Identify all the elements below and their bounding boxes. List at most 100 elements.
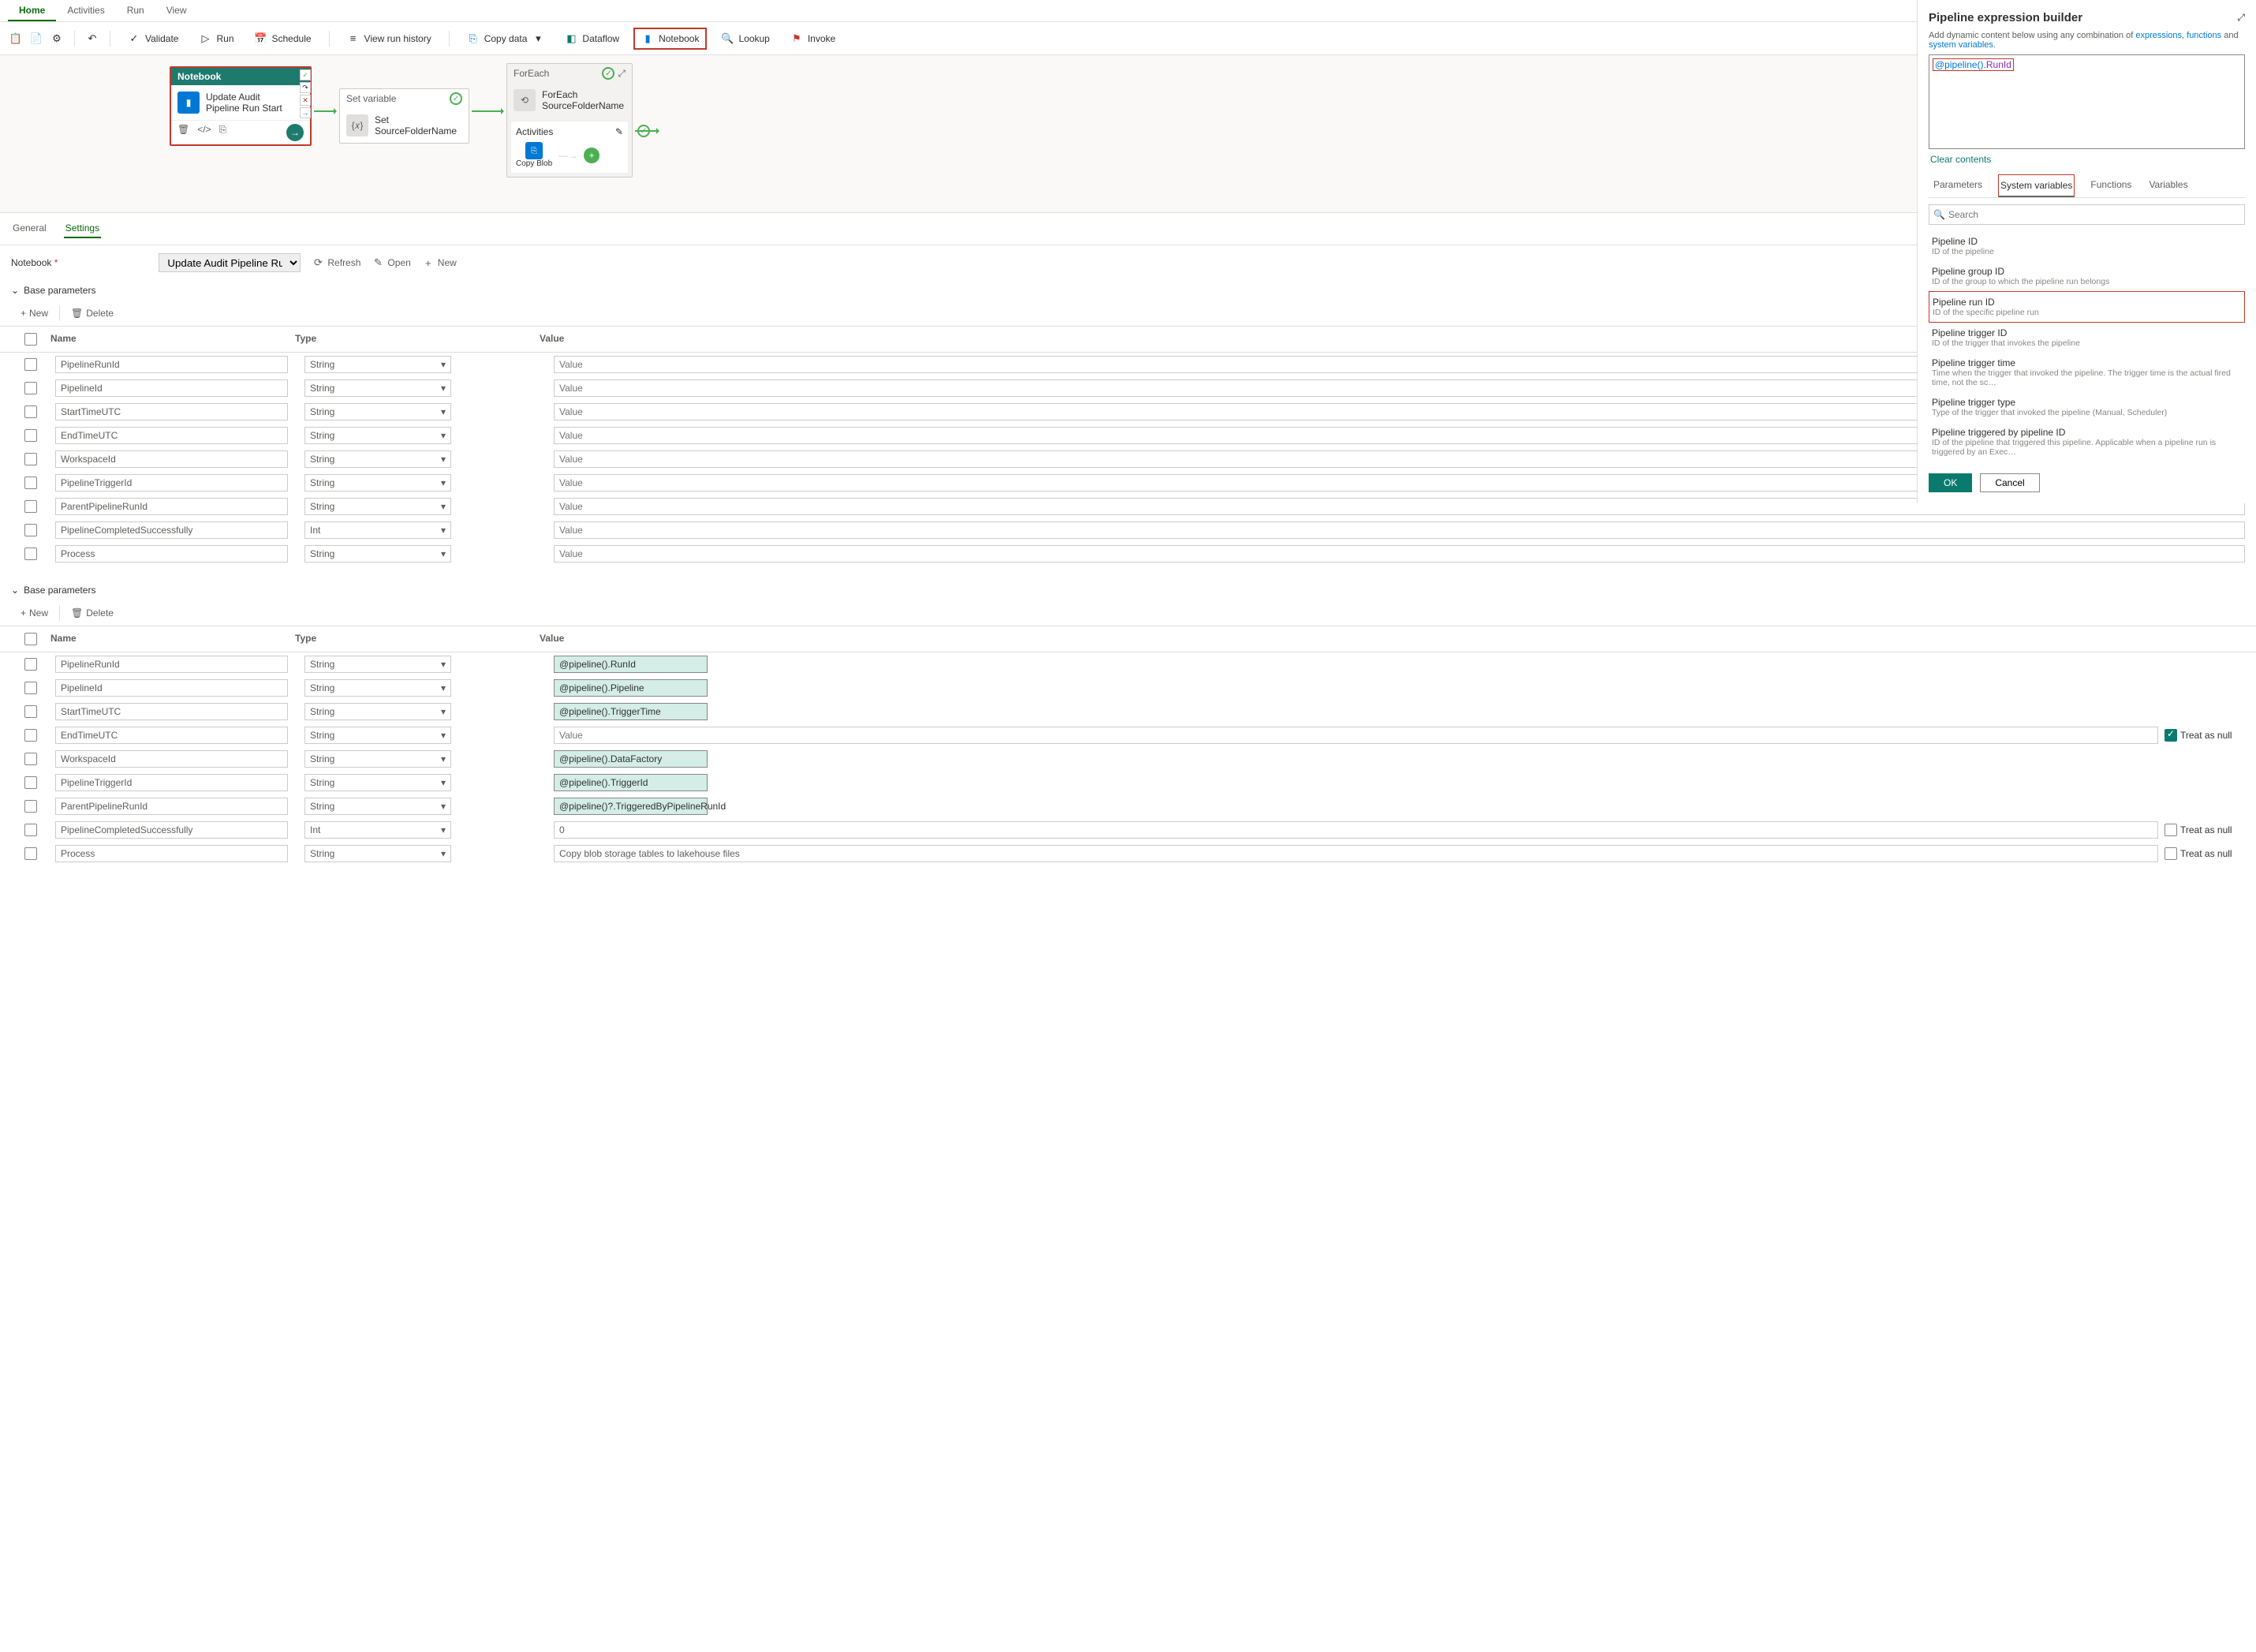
system-variable-item[interactable]: Pipeline IDID of the pipeline (1929, 231, 2245, 261)
name-input[interactable] (55, 727, 288, 744)
system-variable-item[interactable]: Pipeline trigger typeType of the trigger… (1929, 392, 2245, 422)
add-activity-icon[interactable]: + (584, 148, 599, 163)
row-checkbox[interactable] (24, 524, 37, 536)
expand-icon[interactable]: ⤢ (2237, 12, 2245, 24)
row-checkbox[interactable] (24, 776, 37, 789)
complete-handle[interactable]: → (300, 107, 311, 118)
row-checkbox[interactable] (24, 406, 37, 418)
fail-handle[interactable]: ✕ (300, 95, 311, 106)
tab-variables[interactable]: Variables (2147, 174, 2189, 197)
name-input[interactable] (55, 379, 288, 397)
row-checkbox[interactable] (24, 358, 37, 371)
tab-functions[interactable]: Functions (2089, 174, 2133, 197)
system-variable-item[interactable]: Pipeline triggered by pipeline IDID of t… (1929, 422, 2245, 462)
name-input[interactable] (55, 545, 288, 563)
link-expressions[interactable]: expressions, functions (2135, 31, 2221, 40)
value-expression[interactable]: @pipeline().TriggerTime (554, 703, 708, 720)
row-checkbox[interactable] (24, 429, 37, 442)
select-all-checkbox[interactable] (24, 333, 37, 346)
treat-null-checkbox[interactable] (2164, 729, 2177, 742)
type-select[interactable]: String▾ (304, 727, 451, 744)
name-input[interactable] (55, 703, 288, 720)
invoke-button[interactable]: ⚑Invoke (784, 29, 842, 48)
value-input[interactable] (554, 521, 2245, 539)
type-select[interactable]: String▾ (304, 656, 451, 673)
node-foreach[interactable]: ForEach ✓⤢ ⟲ ForEachSourceFolderName Act… (506, 63, 633, 178)
row-checkbox[interactable] (24, 800, 37, 813)
notebook-button[interactable]: ▮Notebook (633, 28, 707, 50)
settings-icon[interactable]: ⚙ (50, 32, 63, 45)
select-all-checkbox[interactable] (24, 633, 37, 645)
tab-settings[interactable]: Settings (64, 219, 101, 238)
row-checkbox[interactable] (24, 453, 37, 465)
copy-icon[interactable]: ⎘ (219, 124, 227, 141)
row-checkbox[interactable] (24, 548, 37, 560)
new-param-button[interactable]: +New (21, 607, 48, 619)
row-checkbox[interactable] (24, 500, 37, 513)
name-input[interactable] (55, 474, 288, 491)
name-input[interactable] (55, 821, 288, 839)
row-checkbox[interactable] (24, 477, 37, 489)
name-input[interactable] (55, 498, 288, 515)
paste-icon[interactable]: 📄 (30, 32, 43, 45)
skip-handle[interactable]: ↷ (300, 82, 311, 93)
type-select[interactable]: String▾ (304, 774, 451, 791)
expand-icon[interactable]: ⤢ (618, 68, 626, 80)
node-setvar[interactable]: Set variable✓ {𝑥} SetSourceFolderName (339, 88, 469, 144)
type-select[interactable]: String▾ (304, 798, 451, 815)
type-select[interactable]: String▾ (304, 845, 451, 862)
value-input[interactable] (554, 727, 2158, 744)
new-button[interactable]: +New (422, 256, 457, 269)
name-input[interactable] (55, 845, 288, 862)
row-checkbox[interactable] (24, 382, 37, 394)
tab-home[interactable]: Home (8, 0, 56, 21)
name-input[interactable] (55, 427, 288, 444)
tab-parameters[interactable]: Parameters (1932, 174, 1984, 197)
run-button[interactable]: ▷Run (192, 29, 240, 48)
type-select[interactable]: String▾ (304, 474, 451, 491)
refresh-button[interactable]: ⟳Refresh (312, 256, 360, 269)
treat-null-checkbox[interactable] (2164, 824, 2177, 836)
treat-null-checkbox[interactable] (2164, 847, 2177, 860)
type-select[interactable]: String▾ (304, 750, 451, 768)
clear-contents-link[interactable]: Clear contents (1929, 149, 2245, 170)
tab-view[interactable]: View (155, 0, 198, 21)
success-handle[interactable]: ✓ (300, 69, 311, 80)
row-checkbox[interactable] (24, 658, 37, 671)
value-expression[interactable]: @pipeline().RunId (554, 656, 708, 673)
row-checkbox[interactable] (24, 847, 37, 860)
notebook-select[interactable]: Update Audit Pipeline Run (159, 253, 301, 272)
copy-data-button[interactable]: ⎘Copy data▾ (461, 29, 551, 48)
system-variable-item[interactable]: Pipeline trigger timeTime when the trigg… (1929, 353, 2245, 392)
type-select[interactable]: Int▾ (304, 521, 451, 539)
tab-general[interactable]: General (11, 219, 48, 238)
lookup-button[interactable]: 🔍Lookup (715, 29, 775, 48)
value-input[interactable] (554, 845, 2158, 862)
type-select[interactable]: String▾ (304, 403, 451, 420)
open-button[interactable]: ✎Open (372, 256, 410, 269)
system-variable-item[interactable]: Pipeline group IDID of the group to whic… (1929, 261, 2245, 291)
type-select[interactable]: String▾ (304, 356, 451, 373)
system-variable-item[interactable]: Pipeline trigger IDID of the trigger tha… (1929, 323, 2245, 353)
tab-activities[interactable]: Activities (56, 0, 115, 21)
system-variable-item[interactable]: Pipeline run IDID of the specific pipeli… (1929, 291, 2245, 323)
ok-button[interactable]: OK (1929, 473, 1972, 492)
schedule-button[interactable]: 📅Schedule (248, 29, 318, 48)
value-input[interactable] (554, 545, 2245, 563)
value-expression[interactable]: @pipeline().Pipeline (554, 679, 708, 697)
clipboard-icon[interactable]: 📋 (9, 32, 22, 45)
tab-system-variables[interactable]: System variables (1998, 174, 2075, 197)
row-checkbox[interactable] (24, 753, 37, 765)
search-input[interactable] (1929, 204, 2245, 225)
name-input[interactable] (55, 679, 288, 697)
dataflow-button[interactable]: ◧Dataflow (558, 29, 626, 48)
go-icon[interactable]: → (286, 124, 304, 141)
cancel-button[interactable]: Cancel (1980, 473, 2039, 492)
undo-icon[interactable]: ↶ (86, 32, 99, 45)
row-checkbox[interactable] (24, 705, 37, 718)
name-input[interactable] (55, 656, 288, 673)
type-select[interactable]: String▾ (304, 679, 451, 697)
value-expression[interactable]: @pipeline()?.TriggeredByPipelineRunId (554, 798, 708, 815)
name-input[interactable] (55, 450, 288, 468)
name-input[interactable] (55, 356, 288, 373)
